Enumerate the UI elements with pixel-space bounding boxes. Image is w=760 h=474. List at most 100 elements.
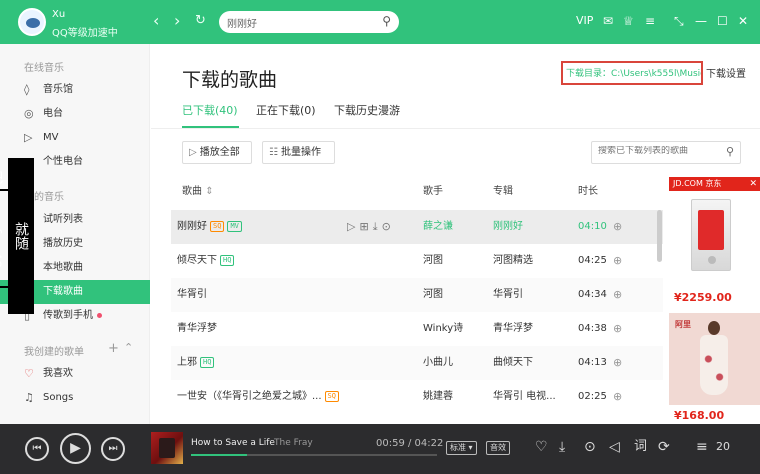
song-album[interactable]: 河图精选	[493, 244, 533, 278]
table-row[interactable]: 一世安（《华胥引之绝爱之城》... SQ 姚建蓉 华胥引 电视... 02:25 …	[171, 380, 663, 414]
download-icon[interactable]: ⤓	[559, 439, 565, 455]
sort-icon[interactable]: ⇕	[205, 186, 213, 197]
song-duration: 04:10	[578, 221, 607, 232]
download-dir-link[interactable]: 下载目录：C:\Users\k555l\Music\	[561, 61, 703, 85]
play-icon[interactable]: ▶	[60, 433, 91, 464]
back-icon[interactable]: ‹	[153, 13, 159, 29]
close-icon[interactable]: ✕	[738, 13, 748, 29]
sidebar-item-music-hall[interactable]: ◊ 音乐馆	[0, 78, 150, 102]
minimize-icon[interactable]: —	[695, 13, 707, 29]
track-artist[interactable]: The Fray	[274, 438, 313, 448]
song-album[interactable]: 华胥引 电视...	[493, 380, 556, 414]
table-row[interactable]: 倾尽天下 HQ 河图 河图精选 04:25 ⊕	[171, 244, 663, 278]
add-icon[interactable]: ⊞	[359, 220, 372, 233]
song-singer[interactable]: Winky诗	[423, 312, 463, 346]
player-bar: ⏮ ▶ ⏭ How to Save a Life The Fray 00:59 …	[0, 424, 760, 474]
playlist-icon[interactable]: ≡	[696, 439, 708, 455]
play-icon[interactable]: ▷	[347, 220, 359, 233]
mail-icon[interactable]: ✉	[603, 13, 613, 29]
pc-product-image[interactable]	[691, 199, 731, 271]
song-name[interactable]: 一世安（《华胥引之绝爱之城》... SQ	[177, 380, 339, 414]
globe-icon: ⊕	[613, 288, 623, 301]
tab-downloading[interactable]: 正在下载(0)	[256, 102, 316, 118]
play-all-button[interactable]: ▷ 播放全部	[182, 141, 252, 164]
search-icon[interactable]: ⚲	[382, 14, 391, 28]
song-singer[interactable]: 河图	[423, 278, 443, 312]
tab-download-history[interactable]: 下载历史漫游	[334, 102, 400, 118]
sidebar-item-radio[interactable]: ◎ 电台	[0, 102, 150, 126]
more-icon[interactable]: ⊙	[584, 439, 596, 455]
ad-brand: JD.COM 京东	[673, 179, 722, 188]
top-bar: Xu QQ等级加速中 ‹ › ↻ ⚲ VIP ✉ ♕ ≡ ⤡ — ☐ ✕	[0, 0, 760, 44]
tab-downloaded[interactable]: 已下载(40)	[182, 102, 238, 118]
table-row[interactable]: 华胥引 河图 华胥引 04:34 ⊕	[171, 278, 663, 312]
next-icon[interactable]: ⏭	[101, 437, 125, 461]
sidebar-item-songs[interactable]: ♫ Songs	[0, 386, 150, 410]
album-cover[interactable]	[151, 432, 183, 464]
notification-dot	[97, 312, 102, 318]
song-singer[interactable]: 姚建蓉	[423, 380, 453, 414]
heart-icon[interactable]: ♡	[535, 439, 548, 455]
previous-icon[interactable]: ⏮	[25, 437, 49, 461]
effect-button[interactable]: 音效	[486, 441, 510, 455]
hq-badge: HQ	[200, 356, 215, 368]
song-singer[interactable]: 薛之谦	[423, 210, 453, 244]
music-hall-icon: ◊	[24, 83, 30, 96]
skin-icon[interactable]: ♕	[623, 13, 634, 29]
song-album[interactable]: 曲倾天下	[493, 346, 533, 380]
song-title: 倾尽天下	[177, 255, 217, 266]
add-playlist-icon[interactable]: +	[108, 341, 119, 356]
maximize-icon[interactable]: ☐	[717, 13, 728, 29]
table-row[interactable]: 刚刚好 SQ MV ▷⊞⤓⊙ 薛之谦 刚刚好 04:10 ⊕	[171, 210, 663, 244]
song-singer[interactable]: 小曲儿	[423, 346, 453, 380]
sidebar-item-label: 试听列表	[43, 214, 83, 225]
song-album[interactable]: 华胥引	[493, 278, 523, 312]
user-name[interactable]: Xu	[52, 9, 65, 20]
song-name[interactable]: 华胥引	[177, 278, 207, 312]
song-album[interactable]: 刚刚好	[493, 210, 523, 244]
collapse-icon[interactable]: ⌃	[124, 341, 133, 354]
lyrics-icon[interactable]: 词	[634, 439, 647, 455]
dress-product-image[interactable]: 阿里	[669, 313, 760, 405]
forward-icon[interactable]: ›	[174, 13, 180, 29]
refresh-icon[interactable]: ↻	[195, 13, 206, 29]
scrollbar[interactable]	[657, 210, 662, 262]
table-row[interactable]: 青华浮梦 Winky诗 青华浮梦 04:38 ⊕	[171, 312, 663, 346]
header-song[interactable]: 歌曲 ⇕	[182, 182, 214, 197]
song-title: 刚刚好	[177, 221, 207, 232]
more-icon[interactable]: ⊙	[382, 220, 395, 233]
song-name[interactable]: 青华浮梦	[177, 312, 217, 346]
search-icon[interactable]: ⚲	[726, 145, 734, 158]
menu-icon[interactable]: ≡	[645, 13, 655, 29]
song-album[interactable]: 青华浮梦	[493, 312, 533, 346]
song-name[interactable]: 倾尽天下 HQ	[177, 244, 235, 278]
download-icon[interactable]: ⤓	[373, 220, 382, 233]
mini-mode-icon[interactable]: ⤡	[674, 13, 684, 29]
song-duration: 04:13	[578, 357, 607, 368]
volume-icon[interactable]: ◁	[609, 439, 620, 455]
globe-icon: ⊕	[613, 390, 623, 403]
mv-badge[interactable]: MV	[227, 220, 242, 232]
vip-button[interactable]: VIP	[576, 13, 593, 29]
loop-icon[interactable]: ⟳	[658, 439, 670, 455]
sidebar-item-favorites[interactable]: ♡ 我喜欢	[0, 362, 150, 386]
list-search-box[interactable]: ⚲	[591, 141, 741, 164]
search-input[interactable]	[227, 14, 377, 30]
track-title[interactable]: How to Save a Life	[191, 438, 275, 448]
download-settings-link[interactable]: 下载设置	[706, 65, 746, 80]
divider	[151, 128, 760, 129]
progress-bar[interactable]	[191, 454, 437, 456]
batch-button[interactable]: ☷ 批量操作	[262, 141, 335, 164]
song-singer[interactable]: 河图	[423, 244, 443, 278]
song-name[interactable]: 上邪 HQ	[177, 346, 215, 380]
list-search-input[interactable]	[598, 146, 716, 156]
close-icon[interactable]: ✕	[749, 177, 757, 191]
ad-panel[interactable]: JD.COM 京东 ✕ ¥2259.00 阿里 ¥168.00	[669, 177, 760, 424]
avatar[interactable]	[18, 8, 46, 36]
song-name[interactable]: 刚刚好 SQ MV	[177, 210, 242, 244]
playlist-icon: ♫	[24, 391, 34, 404]
search-box[interactable]: ⚲	[219, 11, 399, 33]
table-row[interactable]: 上邪 HQ 小曲儿 曲倾天下 04:13 ⊕	[171, 346, 663, 380]
sidebar-item-mv[interactable]: ▷ MV	[0, 126, 150, 150]
quality-button[interactable]: 标准 ▾	[446, 441, 477, 455]
